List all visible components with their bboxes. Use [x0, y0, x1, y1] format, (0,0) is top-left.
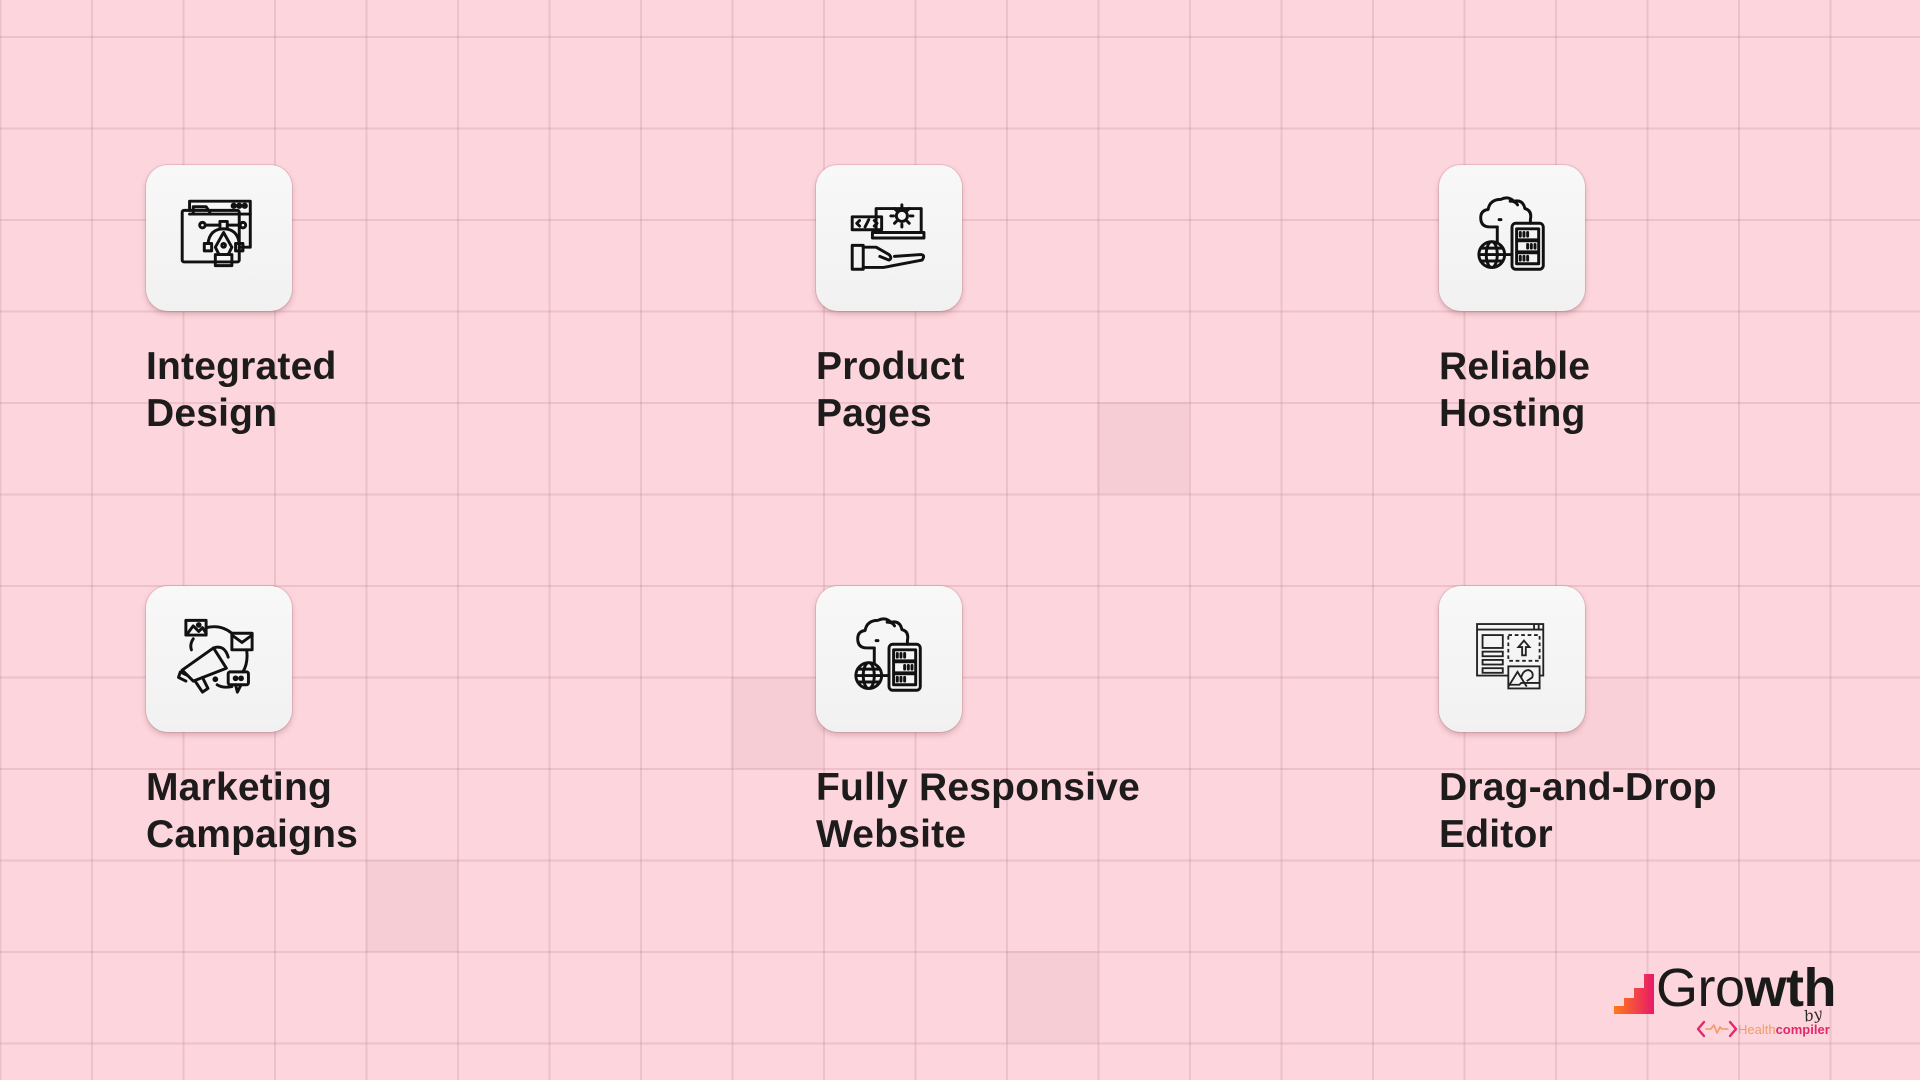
healthcompiler-logo: Healthcompiler	[1696, 1019, 1830, 1039]
feature-reliable-hosting: Reliable Hosting	[1439, 165, 1590, 437]
feature-card	[816, 165, 962, 311]
feature-label: Integrated Design	[146, 345, 337, 435]
feature-card	[1439, 586, 1585, 732]
code-pulse-icon	[1696, 1020, 1738, 1038]
stairs-logo-icon	[1614, 974, 1654, 1014]
cloud-server-icon	[854, 617, 922, 692]
feature-marketing-campaigns: Marketing Campaigns	[146, 586, 358, 858]
design-tool-icon	[180, 199, 252, 268]
feature-product-pages: Product Pages	[816, 165, 965, 437]
grid-highlight-cell	[1006, 951, 1098, 1043]
code-gear-hand-icon	[850, 203, 926, 271]
feature-card	[1439, 165, 1585, 311]
grid-highlight-cell	[1097, 402, 1189, 494]
feature-drag-and-drop-editor: Drag-and-Drop Editor	[1439, 586, 1717, 858]
feature-card	[146, 165, 292, 311]
healthcompiler-wordmark: Healthcompiler	[1738, 1021, 1830, 1037]
feature-label: Reliable Hosting	[1439, 345, 1591, 435]
drag-drop-layout-icon	[1476, 623, 1545, 690]
grid-highlight-cell	[731, 677, 823, 769]
feature-card	[146, 586, 292, 732]
feature-card	[816, 586, 962, 732]
feature-label: Drag-and-Drop Editor	[1439, 766, 1717, 856]
feature-label: Fully Responsive Website	[816, 766, 1140, 856]
feature-label: Marketing Campaigns	[146, 766, 359, 856]
feature-fully-responsive-website: Fully Responsive Website	[816, 586, 1140, 858]
background-grid	[0, 0, 1920, 1080]
cloud-server-icon	[1477, 196, 1545, 271]
grid-highlight-cell	[366, 860, 458, 952]
megaphone-icon	[177, 618, 254, 694]
growth-by-healthcompiler-logo: Growth by Healthcompiler	[1612, 958, 1837, 1046]
feature-integrated-design: Integrated Design	[146, 165, 337, 437]
feature-label: Product Pages	[816, 345, 965, 435]
